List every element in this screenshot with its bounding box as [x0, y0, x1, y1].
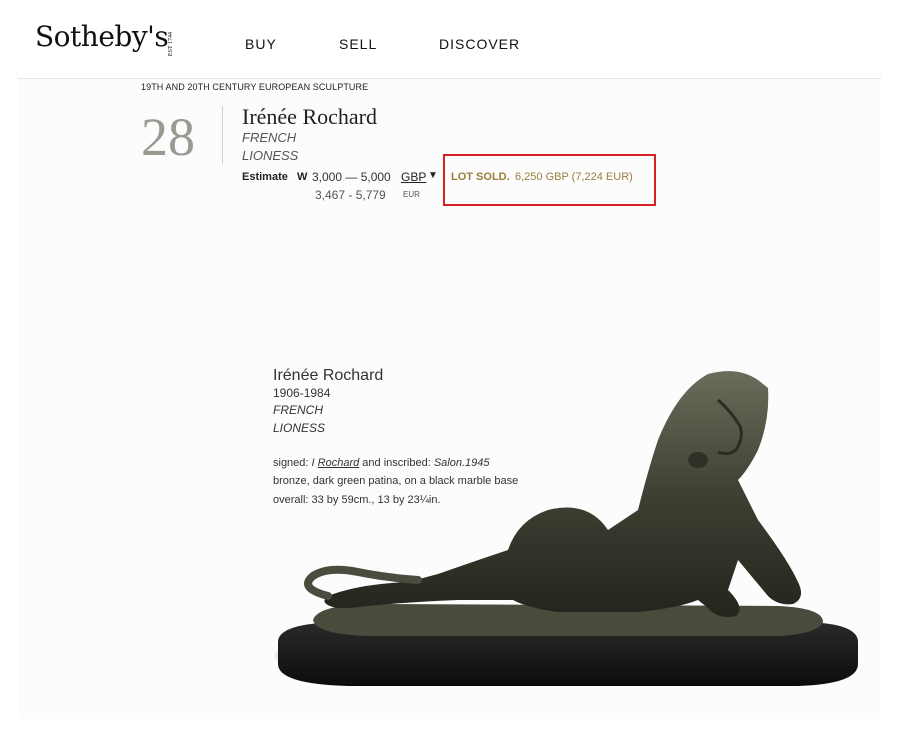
chevron-down-icon[interactable]: ▼ — [428, 170, 438, 181]
nav-buy[interactable]: BUY — [245, 36, 277, 52]
lot-sold-label: LOT SOLD. — [451, 171, 510, 183]
logo-est-mark: EST 1744 — [168, 32, 174, 57]
sculpture-base — [274, 604, 858, 686]
lot-artist: Irénée Rochard — [242, 104, 377, 129]
currency-selector[interactable]: GBP — [401, 170, 426, 184]
lioness-figure — [304, 371, 802, 617]
estimate-alt-currency: EUR — [403, 190, 420, 199]
lot-nationality: FRENCH — [242, 130, 297, 145]
estimate-symbol: W — [297, 171, 308, 183]
lot-title: LIONESS — [242, 148, 299, 163]
lot-divider — [222, 106, 223, 164]
estimate-range: 3,000 — 5,000 — [312, 170, 391, 184]
site-header: Sotheby's EST 1744 BUY SELL DISCOVER — [18, 0, 881, 79]
estimate-alt-range: 3,467 - 5,779 — [315, 188, 386, 202]
breadcrumb[interactable]: 19TH AND 20TH CENTURY EUROPEAN SCULPTURE — [141, 82, 368, 92]
nav-discover[interactable]: DISCOVER — [439, 36, 520, 52]
sothebys-logo[interactable]: Sotheby's — [35, 20, 169, 53]
nav-sell[interactable]: SELL — [339, 36, 377, 52]
estimate-label: Estimate — [242, 171, 288, 183]
lot-sold-price: 6,250 GBP (7,224 EUR) — [515, 171, 633, 183]
lioness-sculpture-image[interactable] — [258, 360, 874, 696]
lot-number: 28 — [141, 107, 195, 167]
